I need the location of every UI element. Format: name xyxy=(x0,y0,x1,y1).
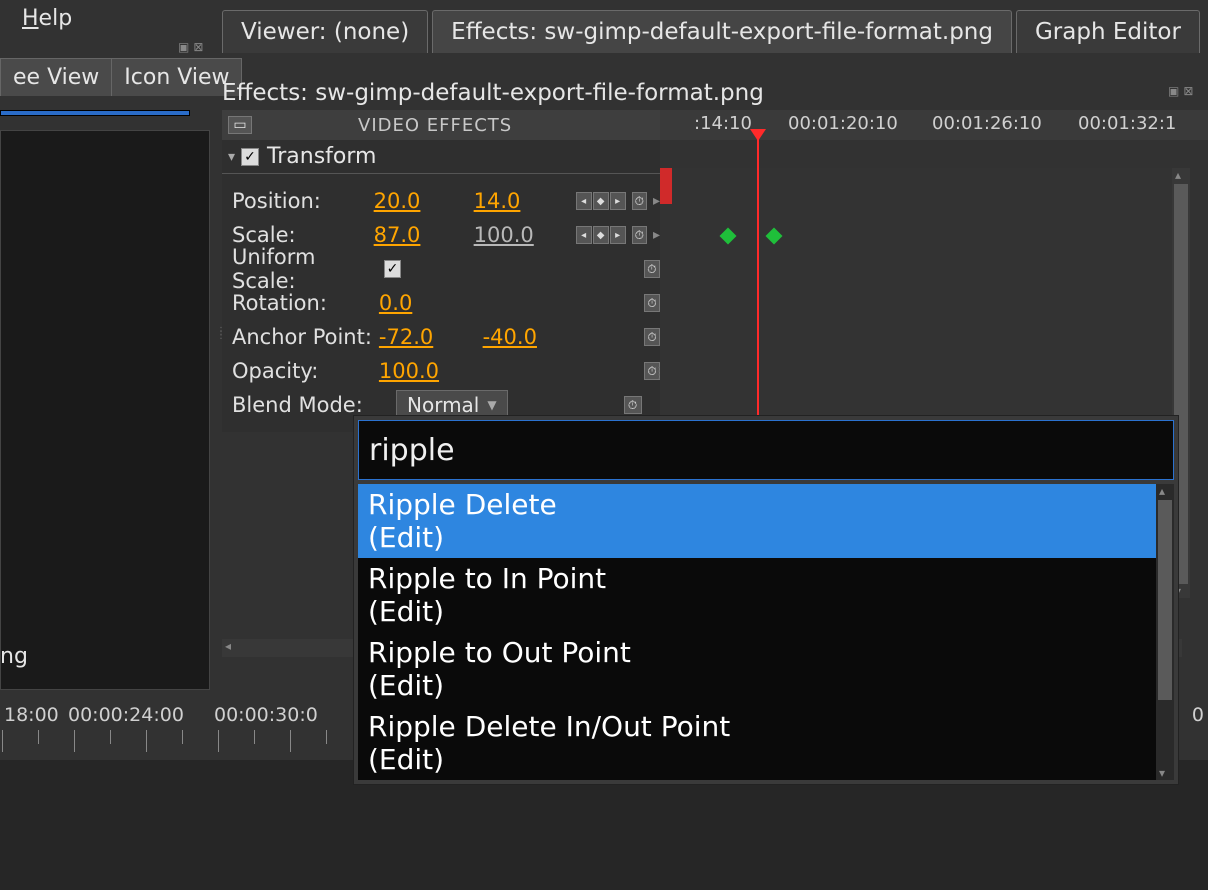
opacity-field[interactable]: 100.0 xyxy=(379,359,483,383)
keyframe-marker[interactable] xyxy=(720,228,737,245)
uniform-scale-checkbox[interactable]: ✓ xyxy=(384,260,400,278)
command-palette-search-input[interactable]: ripple xyxy=(358,420,1174,480)
scale-x-field[interactable]: 87.0 xyxy=(374,223,474,247)
row-anchor: Anchor Point: -72.0 -40.0 ⏱ xyxy=(232,320,660,354)
add-keyframe-button[interactable]: ◆ xyxy=(593,226,609,244)
row-opacity: Opacity: 100.0 0 ⏱ xyxy=(232,354,660,388)
stopwatch-icon[interactable]: ⏱ xyxy=(632,192,647,210)
command-palette-item-sub: (Edit) xyxy=(368,521,1164,554)
left-panel-dock-icons: ▣ ⊠ xyxy=(178,40,203,54)
transform-title: Transform xyxy=(267,144,376,169)
command-palette-list: Ripple Delete (Edit) Ripple to In Point … xyxy=(358,484,1174,780)
command-palette-item-sub: (Edit) xyxy=(368,595,1164,628)
position-label: Position: xyxy=(232,189,374,213)
row-uniform-scale: Uniform Scale: ✓ ⏱ xyxy=(232,252,660,286)
timeline-timecode: 0 xyxy=(1192,704,1204,726)
anchor-x-field[interactable]: -72.0 xyxy=(379,325,483,349)
main-tabs: Viewer: (none) Effects: sw-gimp-default-… xyxy=(222,10,1200,53)
command-palette-item[interactable]: Ripple Delete In/Out Point (Edit) xyxy=(358,706,1174,780)
rotation-field[interactable]: 0.0 xyxy=(379,291,483,315)
transform-enabled-checkbox[interactable]: ✓ xyxy=(241,148,259,166)
command-palette-item-label: Ripple to In Point xyxy=(368,562,1164,595)
prev-keyframe-button[interactable]: ◂ xyxy=(576,226,592,244)
stopwatch-icon[interactable]: ⏱ xyxy=(644,328,660,346)
next-keyframe-button[interactable]: ▸ xyxy=(610,226,626,244)
stopwatch-icon[interactable]: ⏱ xyxy=(632,226,647,244)
tab-tree-view[interactable]: ee View xyxy=(0,58,112,96)
command-palette-item[interactable]: Ripple Delete (Edit) xyxy=(358,484,1174,558)
effects-panel-dock-icons: ▣ ⊠ xyxy=(1168,84,1193,98)
tab-graph-editor[interactable]: Graph Editor xyxy=(1016,10,1200,53)
ruler-timecode: 00:01:32:1 xyxy=(1078,113,1176,134)
tab-viewer[interactable]: Viewer: (none) xyxy=(222,10,428,53)
left-panel-hscroll[interactable] xyxy=(0,110,190,116)
command-palette-item[interactable]: Ripple to In Point (Edit) xyxy=(358,558,1174,632)
transform-header[interactable]: ▾ ✓ Transform xyxy=(222,140,660,174)
anchor-label: Anchor Point: xyxy=(232,325,379,349)
menu-help-mnemonic: H xyxy=(22,6,39,31)
left-panel-body xyxy=(0,130,210,690)
command-palette-item-label: Ripple Delete xyxy=(368,488,1164,521)
keyframe-marker[interactable] xyxy=(660,192,672,204)
undock-icon[interactable]: ▣ xyxy=(1168,84,1179,98)
blend-label: Blend Mode: xyxy=(232,393,402,417)
palette-vscroll-thumb[interactable] xyxy=(1158,500,1172,700)
row-position: Position: 20.0 14.0 ◂ ◆ ▸ ⏱ ▸ xyxy=(232,184,660,218)
tab-effects[interactable]: Effects: sw-gimp-default-export-file-for… xyxy=(432,10,1012,53)
command-palette-item-label: Ripple to Out Point xyxy=(368,636,1164,669)
close-panel-icon[interactable]: ⊠ xyxy=(193,40,203,54)
caret-down-icon: ▾ xyxy=(228,149,235,165)
scale-y-field[interactable]: 100.0 xyxy=(474,223,574,247)
rotation-label: Rotation: xyxy=(232,291,379,315)
anchor-y-field[interactable]: -40.0 xyxy=(483,325,587,349)
command-palette-query: ripple xyxy=(369,433,455,468)
position-x-field[interactable]: 20.0 xyxy=(374,189,474,213)
expand-icon[interactable]: ▸ xyxy=(653,227,660,243)
chevron-down-icon: ▼ xyxy=(487,398,496,412)
timeline-timecode: 00:00:24:00 xyxy=(68,704,184,726)
command-palette-item-sub: (Edit) xyxy=(368,669,1164,702)
menu-help[interactable]: Help xyxy=(18,6,76,31)
next-keyframe-button[interactable]: ▸ xyxy=(610,192,626,210)
add-keyframe-button[interactable]: ◆ xyxy=(593,192,609,210)
keyframe-marker[interactable] xyxy=(660,180,672,192)
stopwatch-icon[interactable]: ⏱ xyxy=(624,396,642,414)
command-palette: ripple Ripple Delete (Edit) Ripple to In… xyxy=(353,415,1179,785)
prev-keyframe-button[interactable]: ◂ xyxy=(576,192,592,210)
effects-panel-title: Effects: sw-gimp-default-export-file-for… xyxy=(222,80,764,106)
ruler-timecode: 00:01:26:10 xyxy=(932,113,1042,134)
keyframe-marker[interactable] xyxy=(660,168,672,180)
stopwatch-icon[interactable]: ⏱ xyxy=(644,294,660,312)
row-rotation: Rotation: 0.0 0 ⏱ xyxy=(232,286,660,320)
vertical-splitter[interactable]: ⋮⋮ xyxy=(216,330,222,338)
command-palette-item-label: Ripple Delete In/Out Point xyxy=(368,710,1164,743)
left-panel-tabs: ee View Icon View xyxy=(0,58,241,96)
command-palette-item[interactable]: Ripple to Out Point (Edit) xyxy=(358,632,1174,706)
left-panel-footer: ng xyxy=(0,636,206,676)
command-palette-item-sub: (Edit) xyxy=(368,743,1164,776)
scale-label: Scale: xyxy=(232,223,374,247)
undock-icon[interactable]: ▣ xyxy=(178,40,189,54)
effects-ruler[interactable]: :14:10 00:01:20:10 00:01:26:10 00:01:32:… xyxy=(660,110,1208,140)
timeline-timecode: 00:00:30:0 xyxy=(214,704,318,726)
close-panel-icon[interactable]: ⊠ xyxy=(1183,84,1193,98)
uniform-scale-label: Uniform Scale: xyxy=(232,245,384,293)
stopwatch-icon[interactable]: ⏱ xyxy=(644,260,660,278)
timeline-timecode: 18:00 xyxy=(4,704,59,726)
ruler-timecode: 00:01:20:10 xyxy=(788,113,898,134)
video-effects-title: VIDEO EFFECTS xyxy=(358,115,512,136)
keyframe-marker[interactable] xyxy=(766,228,783,245)
blend-mode-value: Normal xyxy=(407,393,479,417)
expand-icon[interactable]: ▸ xyxy=(653,193,660,209)
ruler-timecode: :14:10 xyxy=(694,113,752,134)
effect-panel-icon[interactable]: ▭ xyxy=(228,116,252,134)
effect-transform: ▾ ✓ Transform Position: 20.0 14.0 ◂ ◆ ▸ … xyxy=(222,140,660,432)
position-y-field[interactable]: 14.0 xyxy=(474,189,574,213)
opacity-label: Opacity: xyxy=(232,359,379,383)
